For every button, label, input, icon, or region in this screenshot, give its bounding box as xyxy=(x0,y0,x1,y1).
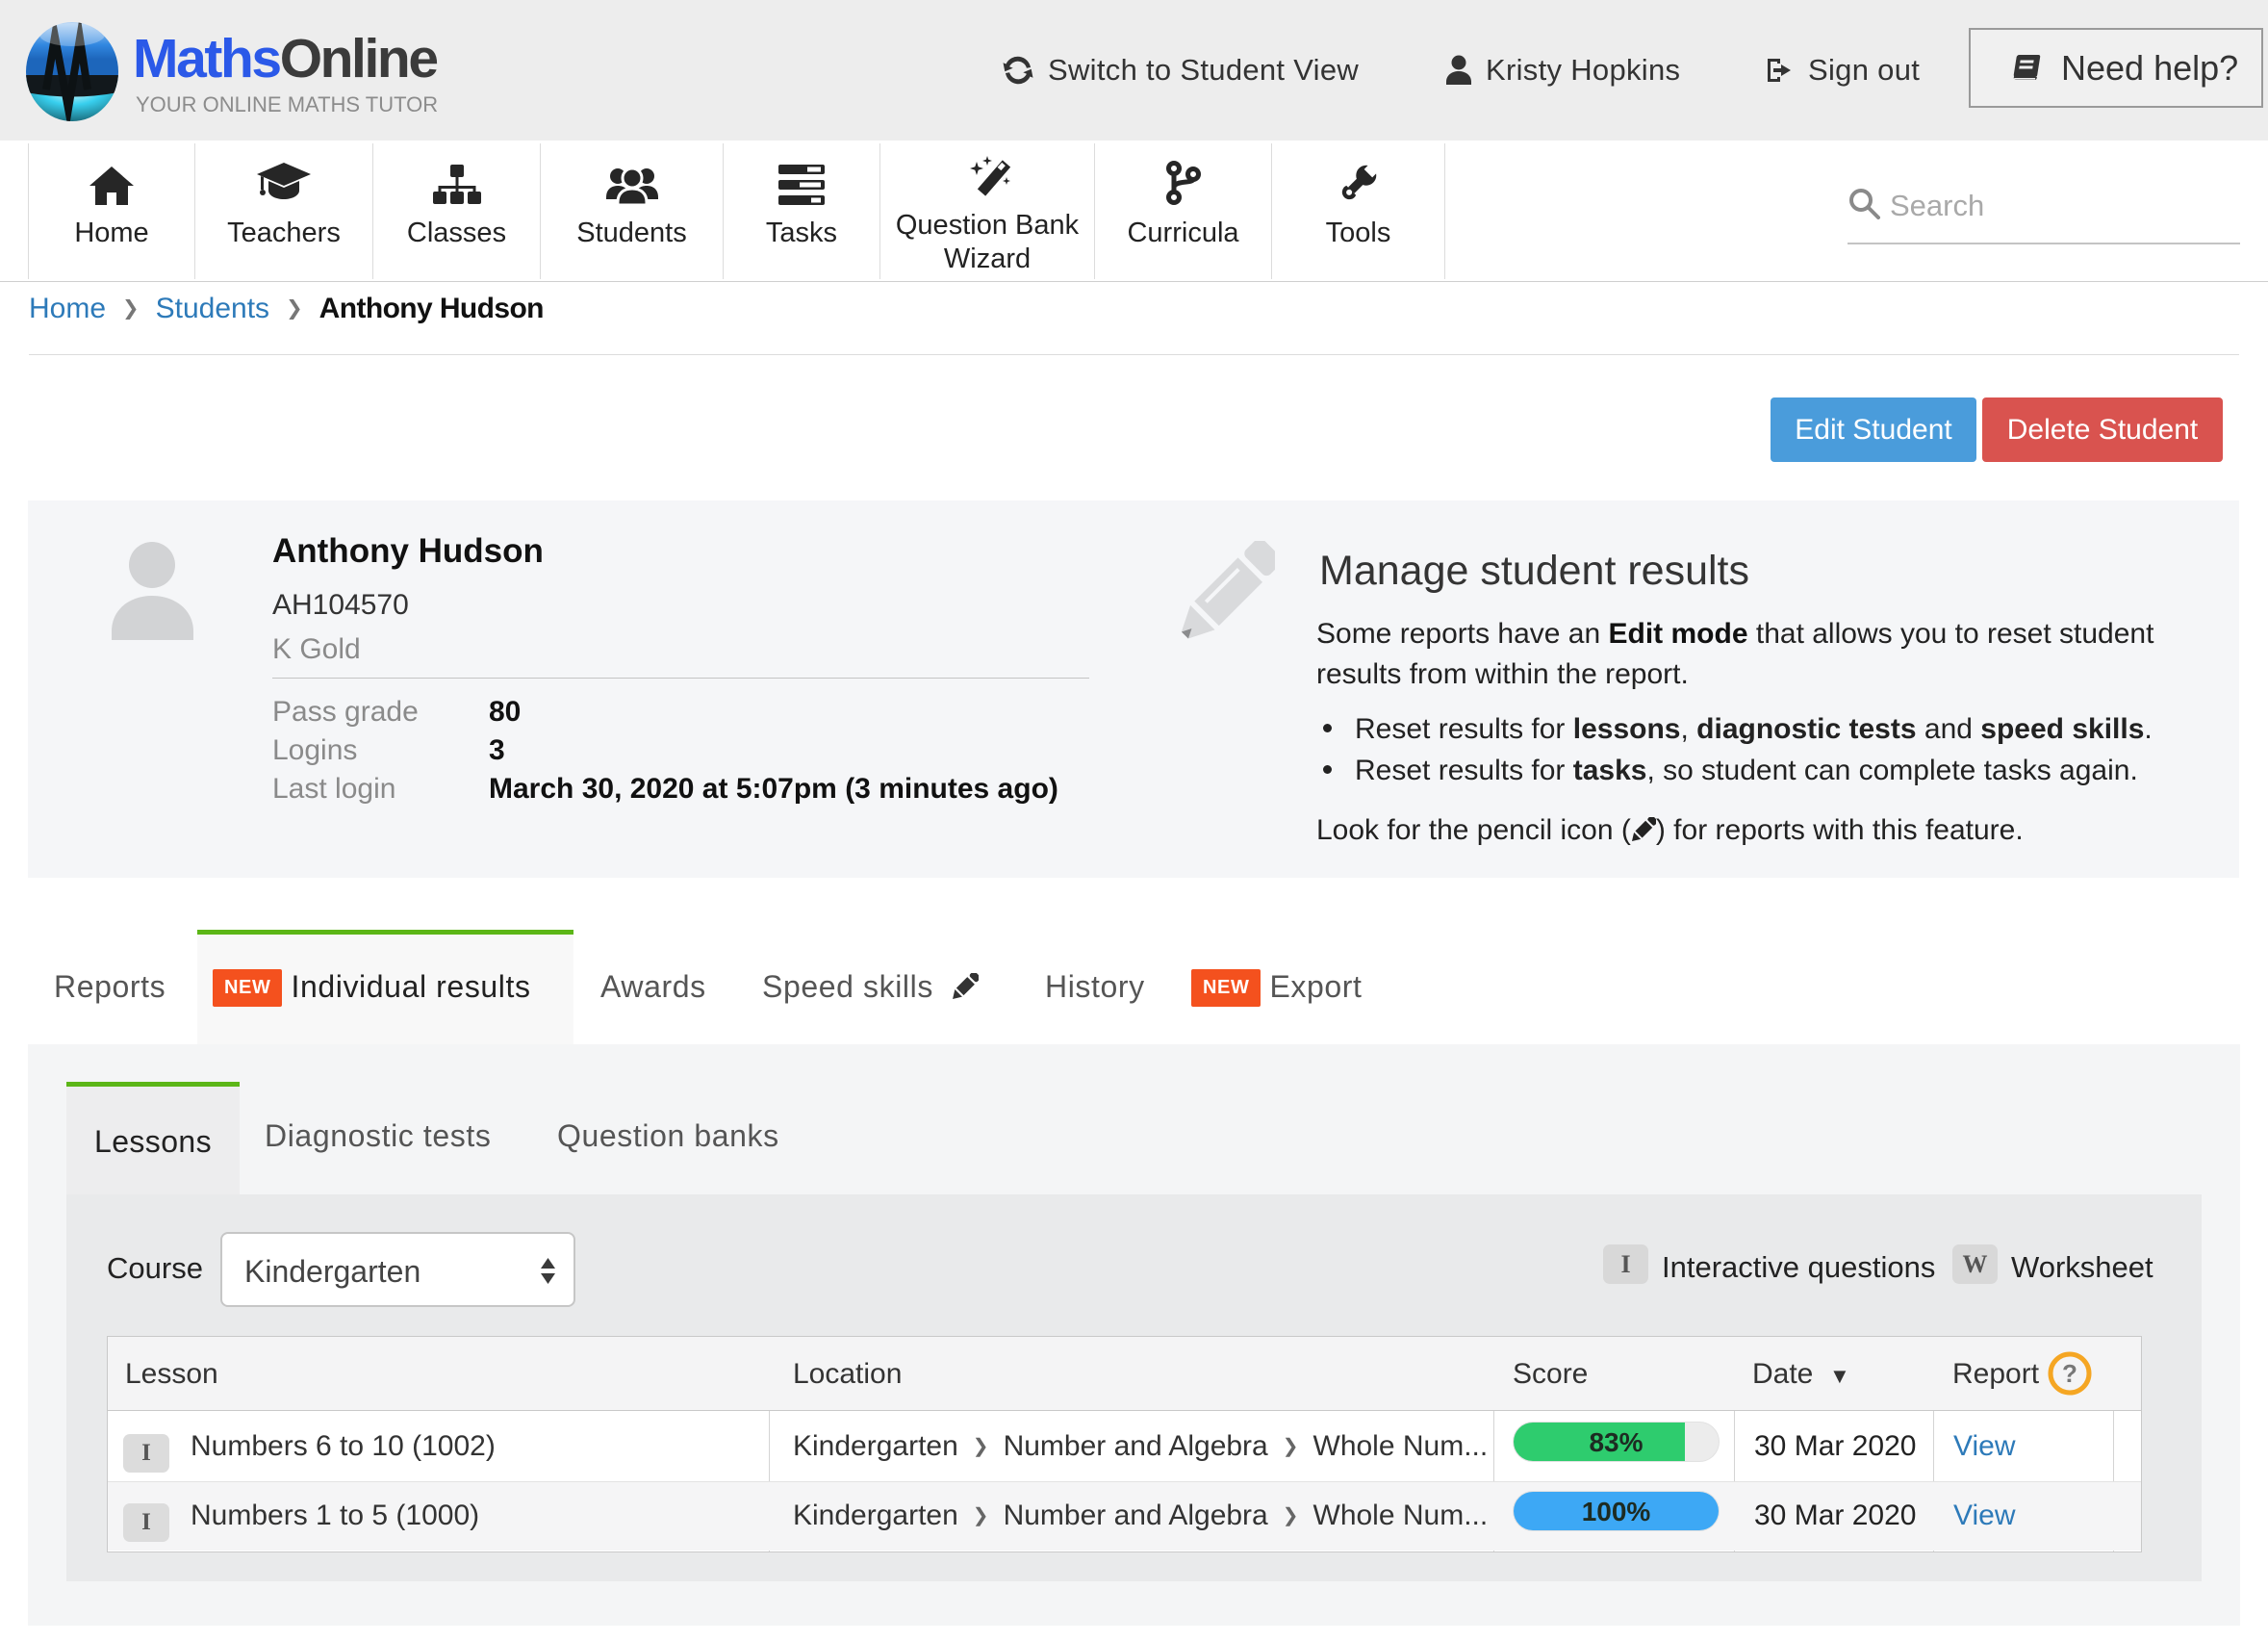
svg-text:?: ? xyxy=(2062,1359,2077,1388)
